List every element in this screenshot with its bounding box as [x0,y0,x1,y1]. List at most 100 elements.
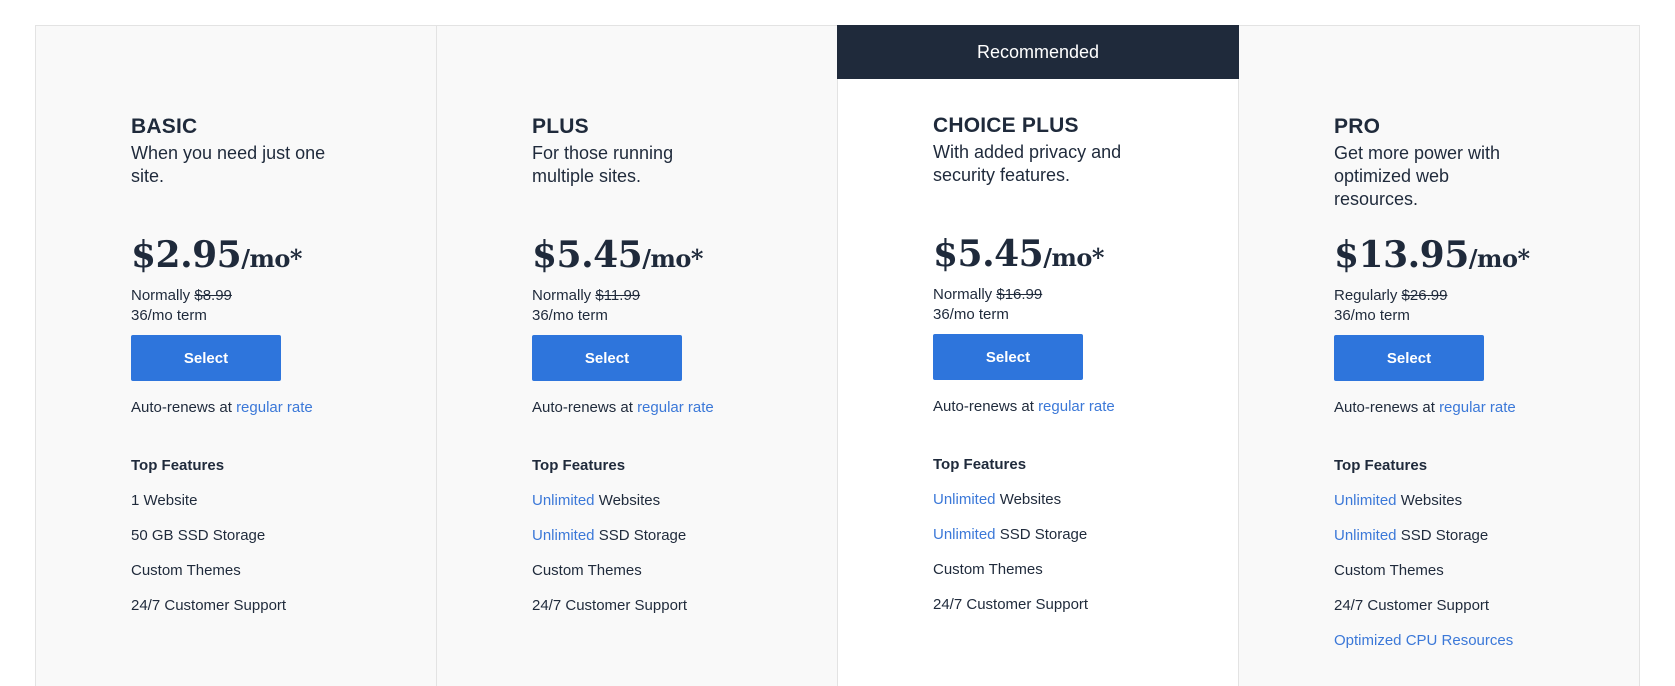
regular-rate-link[interactable]: regular rate [236,399,313,416]
price-amount: $5.45 [933,233,1044,275]
term: 36/mo term [131,307,207,324]
plan-card-pro: PRO Get more power with optimized web re… [1239,26,1640,686]
recommended-banner: Recommended [837,25,1239,79]
normal-price: Normally $16.99 [933,285,1233,305]
feature-item: Unlimited SSD Storage [1334,526,1634,546]
top-features-heading: Top Features [532,457,626,474]
pricing-grid: BASIC When you need just one site. $2.95… [35,25,1640,686]
feature-item: Custom Themes [532,561,832,581]
feature-text: Custom Themes [131,562,241,579]
regular-rate-link[interactable]: regular rate [1038,398,1115,415]
price-amount: $13.95 [1334,234,1469,276]
plan-tagline: With added privacy and security features… [933,142,1122,185]
feature-text: 24/7 Customer Support [131,597,287,614]
feature-text: Custom Themes [532,562,642,579]
plan-price: $5.45/mo* [532,234,832,280]
plan-name: PLUS [532,115,589,138]
feature-text: 24/7 Customer Support [1334,597,1490,614]
feature-text: Custom Themes [1334,562,1444,579]
plan-tagline: When you need just one site. [131,143,326,186]
term: 36/mo term [1334,307,1410,324]
price-unit: /mo* [1468,244,1530,273]
feature-text: Websites [995,491,1062,508]
renew-note: Auto-renews at regular rate [532,398,832,418]
plan-price: $13.95/mo* [1334,234,1634,280]
plan-name: CHOICE PLUS [933,114,1079,137]
feature-item: Custom Themes [1334,561,1634,581]
feature-text: SSD Storage [995,526,1088,543]
feature-highlight: Unlimited [1334,492,1397,509]
feature-text: Websites [594,492,661,509]
renew-prefix: Auto-renews at [131,399,232,416]
price-amount: $2.95 [131,234,242,276]
price-unit: /mo* [642,244,703,273]
strike-price: $11.99 [595,287,641,304]
top-features-heading: Top Features [1334,457,1428,474]
normal-prefix: Regularly [1334,287,1398,304]
feature-item: Custom Themes [933,560,1233,580]
feature-item: 24/7 Customer Support [131,596,431,616]
strike-price: $26.99 [1401,287,1448,304]
feature-item: 1 Website [131,491,431,511]
select-button-pro[interactable]: Select [1334,335,1484,381]
feature-highlight: Unlimited [933,526,996,543]
plan-card-basic: BASIC When you need just one site. $2.95… [36,26,437,686]
plan-name: PRO [1334,115,1381,138]
top-features-heading: Top Features [933,456,1027,473]
feature-item: 24/7 Customer Support [532,596,832,616]
feature-text: SSD Storage [1396,527,1489,544]
normal-price: Normally $11.99 [532,286,832,306]
renew-note: Auto-renews at regular rate [1334,398,1634,418]
normal-price: Regularly $26.99 [1334,286,1634,306]
feature-item: 24/7 Customer Support [933,595,1233,615]
feature-item: 24/7 Customer Support [1334,596,1634,616]
feature-item: Unlimited Websites [933,490,1233,510]
renew-note: Auto-renews at regular rate [933,397,1233,417]
feature-text: 50 GB SSD Storage [131,527,266,544]
feature-item: Unlimited SSD Storage [933,525,1233,545]
price-unit: /mo* [1043,243,1104,272]
feature-text: Custom Themes [933,561,1043,578]
renew-prefix: Auto-renews at [1334,399,1435,416]
feature-text: 1 Website [131,492,198,509]
normal-price: Normally $8.99 [131,286,431,306]
select-button-choice-plus[interactable]: Select [933,334,1083,380]
feature-item: Unlimited SSD Storage [532,526,832,546]
feature-item: Custom Themes [131,561,431,581]
price-amount: $5.45 [532,234,643,276]
plan-price: $5.45/mo* [933,233,1233,279]
feature-highlight: Unlimited [933,491,996,508]
feature-item: Optimized CPU Resources [1334,631,1634,651]
plan-card-choice-plus: Recommended CHOICE PLUS With added priva… [837,25,1239,686]
feature-text: 24/7 Customer Support [933,596,1089,613]
normal-prefix: Normally [933,286,993,303]
regular-rate-link[interactable]: regular rate [1439,399,1516,416]
top-features-heading: Top Features [131,457,225,474]
renew-prefix: Auto-renews at [532,399,633,416]
feature-highlight: Optimized CPU Resources [1334,632,1514,649]
feature-highlight: Unlimited [532,492,595,509]
feature-highlight: Unlimited [532,527,595,544]
plan-tagline: For those running multiple sites. [532,143,674,186]
select-button-basic[interactable]: Select [131,335,281,381]
feature-highlight: Unlimited [1334,527,1397,544]
price-unit: /mo* [241,244,302,273]
regular-rate-link[interactable]: regular rate [637,399,714,416]
renew-prefix: Auto-renews at [933,398,1034,415]
feature-item: Unlimited Websites [1334,491,1634,511]
strike-price: $16.99 [996,286,1043,303]
plan-name: BASIC [131,115,198,138]
plan-card-plus: PLUS For those running multiple sites. $… [437,26,838,686]
select-button-plus[interactable]: Select [532,335,682,381]
plan-price: $2.95/mo* [131,234,431,280]
plan-tagline: Get more power with optimized web resour… [1334,143,1501,209]
feature-item: 50 GB SSD Storage [131,526,431,546]
feature-text: 24/7 Customer Support [532,597,688,614]
term: 36/mo term [933,306,1009,323]
normal-prefix: Normally [131,287,191,304]
feature-text: Websites [1396,492,1463,509]
term: 36/mo term [532,307,608,324]
strike-price: $8.99 [194,287,232,304]
normal-prefix: Normally [532,287,592,304]
feature-item: Unlimited Websites [532,491,832,511]
